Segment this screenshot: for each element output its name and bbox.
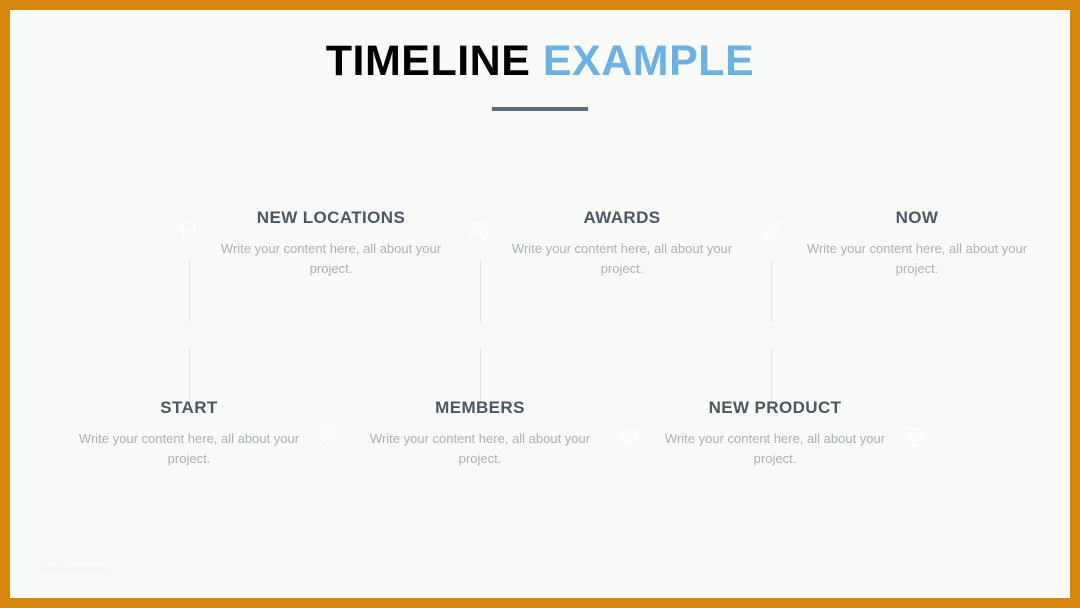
milestone-text-new-locations: NEW LOCATIONS Write your content here, a…: [215, 208, 447, 279]
map-pin-icon: [315, 423, 343, 451]
milestone-description: Write your content here, all about your …: [806, 241, 1028, 277]
segment-fill: [406, 322, 550, 348]
timeline-segment-awards[interactable]: [551, 322, 697, 348]
milestone-icon-new-product[interactable]: [885, 408, 943, 466]
diamond-icon: [615, 423, 643, 451]
milestone-icon-members[interactable]: [600, 408, 658, 466]
milestone-description: Write your content here, all about your …: [664, 431, 886, 467]
milestone-description: Write your content here, all about your …: [220, 241, 442, 277]
milestone-title: START: [160, 398, 218, 417]
signboard-icon: [900, 423, 928, 451]
watermark: Sample branding: [38, 564, 111, 574]
title-divider: [492, 107, 588, 112]
page-title: TIMELINE EXAMPLE: [10, 37, 1070, 112]
segment-fill: [843, 322, 987, 348]
milestone-description: Write your content here, all about your …: [511, 241, 733, 277]
milestone-icon-awards[interactable]: [451, 202, 509, 260]
milestone-text-new-product: NEW PRODUCT Write your content here, all…: [659, 398, 891, 469]
segment-fill: [114, 322, 258, 348]
timeline-segment-now[interactable]: [842, 322, 988, 348]
milestone-description: Write your content here, all about your …: [369, 431, 591, 467]
milestone-icon-start[interactable]: [300, 408, 358, 466]
rocket-icon: [757, 217, 785, 245]
milestone-text-awards: AWARDS Write your content here, all abou…: [506, 208, 738, 279]
timeline-segment-new-product[interactable]: [696, 322, 842, 348]
milestone-description: Write your content here, all about your …: [78, 431, 300, 467]
milestone-text-start: START Write your content here, all about…: [73, 398, 305, 469]
milestone-title: NEW LOCATIONS: [256, 208, 406, 227]
slide-canvas: TIMELINE EXAMPLE NEW LOCATIONS Write you…: [10, 10, 1070, 598]
milestone-title: AWARDS: [583, 208, 661, 227]
milestone-title: MEMBERS: [435, 398, 525, 417]
timeline-segment-start[interactable]: [113, 322, 259, 348]
milestone-title: NOW: [895, 208, 939, 227]
title-text: TIMELINE EXAMPLE: [10, 37, 1070, 85]
users-icon: [466, 217, 494, 245]
segment-fill: [260, 322, 404, 348]
milestone-icon-now[interactable]: [742, 202, 800, 260]
milestone-text-now: NOW Write your content here, all about y…: [801, 208, 1033, 279]
timeline-bar: [113, 322, 988, 348]
connector-line-new-locations: [189, 260, 190, 322]
segment-fill: [697, 322, 841, 348]
timeline-segment-members[interactable]: [405, 322, 551, 348]
title-accent: EXAMPLE: [542, 37, 755, 85]
timeline-segment-new-locations[interactable]: [259, 322, 405, 348]
connector-line-now: [771, 260, 772, 322]
milestone-icon-new-locations[interactable]: [160, 202, 218, 260]
connector-line-awards: [480, 260, 481, 322]
milestone-text-members: MEMBERS Write your content here, all abo…: [364, 398, 596, 469]
milestone-title: NEW PRODUCT: [708, 398, 842, 417]
title-main: TIMELINE: [325, 37, 543, 85]
segment-fill: [552, 322, 696, 348]
flag-icon: [175, 217, 203, 245]
